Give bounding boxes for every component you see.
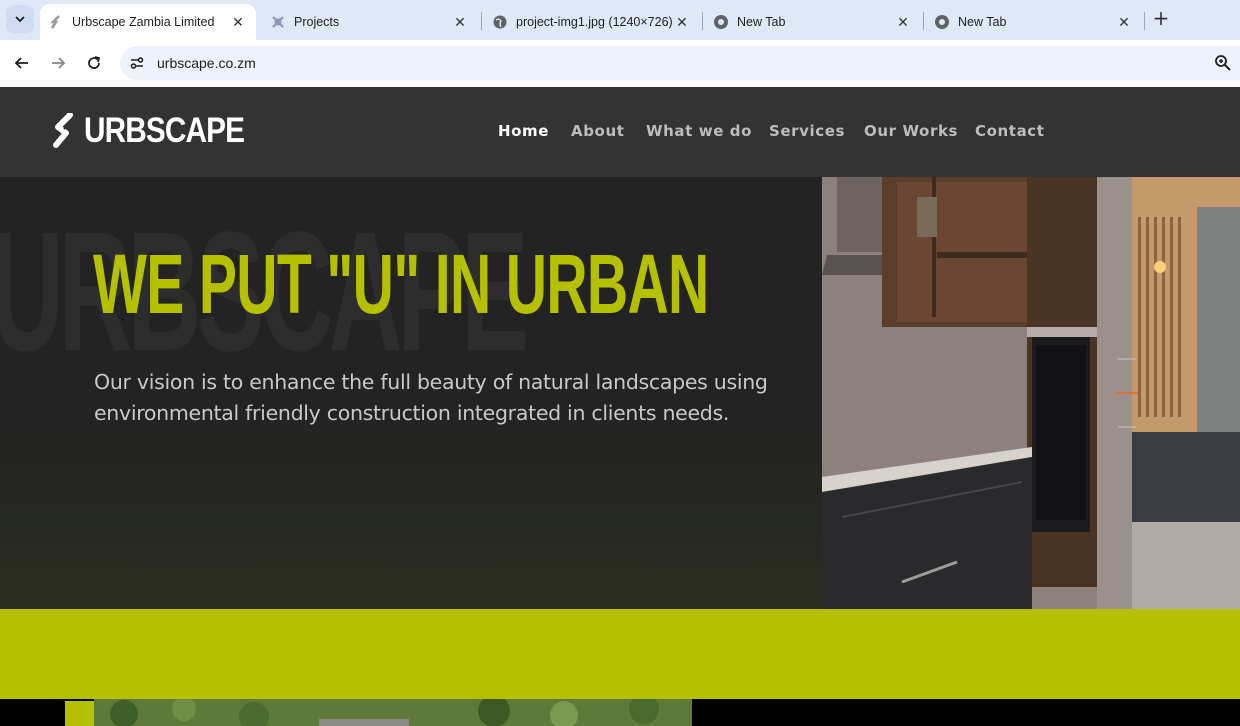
tab-title: project-img1.jpg (1240×726) — [516, 15, 672, 29]
browser-tab-strip: Urbscape Zambia Limited ✕ Projects ✕ pro… — [0, 0, 1240, 40]
urbscape-favicon — [48, 14, 64, 30]
reload-button[interactable] — [83, 52, 105, 74]
url-text[interactable]: urbscape.co.zm — [157, 55, 256, 71]
tab-separator — [1144, 12, 1145, 30]
hero-kitchen-image — [822, 177, 1240, 609]
nav-what-we-do[interactable]: What we do — [646, 122, 752, 140]
arrow-right-icon — [52, 57, 66, 69]
globe-icon — [492, 14, 508, 30]
accent-square — [65, 701, 94, 726]
site-header: URBSCAPE Home About What we do Services … — [0, 87, 1240, 177]
nav-services[interactable]: Services — [769, 122, 845, 140]
back-button[interactable] — [11, 52, 33, 74]
address-bar[interactable]: urbscape.co.zm — [120, 46, 1240, 80]
chrome-icon — [934, 14, 950, 30]
tab-projects[interactable]: Projects ✕ — [262, 4, 478, 40]
accent-band — [0, 609, 1240, 699]
logo-text: URBSCAPE — [84, 111, 245, 150]
chrome-icon — [713, 14, 729, 30]
zoom-icon[interactable] — [1214, 54, 1232, 72]
nav-our-works[interactable]: Our Works — [864, 122, 958, 140]
arrow-left-icon — [14, 57, 28, 69]
tab-project-img[interactable]: project-img1.jpg (1240×726) ✕ — [484, 4, 700, 40]
tab-separator — [481, 12, 482, 30]
aerial-landscape-image — [94, 699, 692, 726]
site-settings-icon[interactable] — [128, 54, 146, 72]
tab-new-2[interactable]: New Tab ✕ — [926, 4, 1142, 40]
new-tab-button[interactable]: + — [1150, 8, 1172, 30]
close-tab-icon[interactable]: ✕ — [228, 12, 248, 32]
tab-urbscape[interactable]: Urbscape Zambia Limited ✕ — [40, 4, 256, 40]
reload-icon — [88, 56, 101, 69]
tab-title: New Tab — [958, 15, 1007, 29]
browser-toolbar: urbscape.co.zm — [0, 40, 1240, 87]
projects-preview-strip — [0, 699, 1240, 726]
nav-home[interactable]: Home — [498, 122, 549, 140]
tab-title: Urbscape Zambia Limited — [72, 15, 215, 29]
tab-title: Projects — [294, 15, 340, 29]
tab-title: New Tab — [737, 15, 786, 29]
tab-search-button[interactable] — [6, 5, 34, 33]
chevron-down-icon — [15, 16, 25, 23]
hero-vision-text: Our vision is to enhance the full beauty… — [94, 370, 768, 425]
tab-separator — [702, 12, 703, 30]
hero-headline: WE PUT "U" IN URBAN — [93, 237, 709, 331]
forward-button[interactable] — [47, 52, 69, 74]
nav-contact[interactable]: Contact — [975, 122, 1045, 140]
tab-separator — [923, 12, 924, 30]
close-tab-icon[interactable]: ✕ — [672, 12, 692, 32]
close-tab-icon[interactable]: ✕ — [450, 12, 470, 32]
hero-section: URBSCAPE WE PUT "U" IN URBAN Our vision … — [0, 177, 822, 609]
joomla-icon — [270, 14, 286, 30]
close-tab-icon[interactable]: ✕ — [1114, 12, 1134, 32]
tab-new-1[interactable]: New Tab ✕ — [705, 4, 921, 40]
site-logo[interactable]: URBSCAPE — [50, 113, 272, 149]
close-tab-icon[interactable]: ✕ — [893, 12, 913, 32]
nav-about[interactable]: About — [571, 122, 625, 140]
urbscape-logo-icon — [53, 113, 73, 148]
